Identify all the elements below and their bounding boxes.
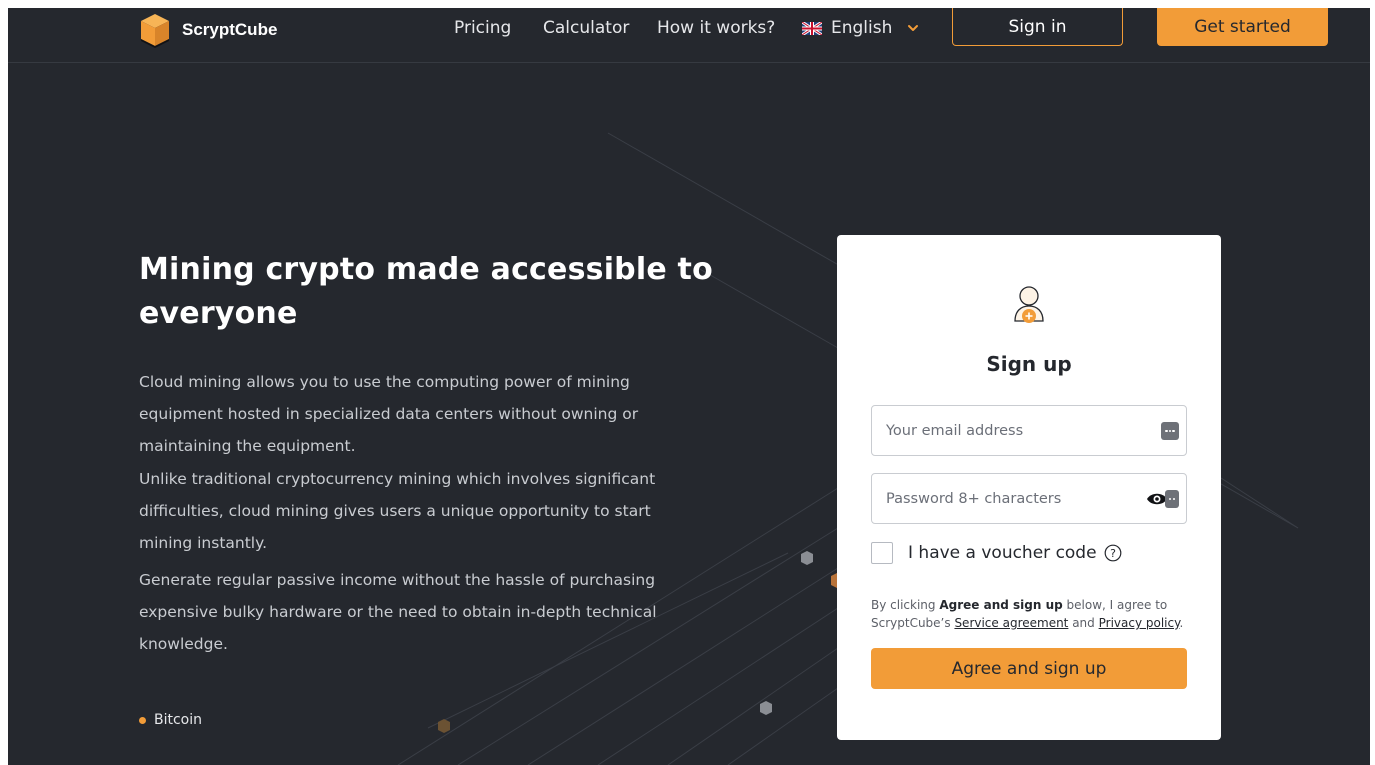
hero-paragraph-1: Cloud mining allows you to use the compu…: [139, 373, 639, 455]
landing-page: ScryptCube Pricing Calculator How it wor…: [8, 8, 1370, 765]
signup-title: Sign up: [986, 352, 1072, 376]
voucher-label: I have a voucher code: [908, 543, 1097, 563]
nav-how-it-works[interactable]: How it works?: [657, 16, 775, 40]
uk-flag-icon: [802, 21, 822, 35]
legal-text: By clicking Agree and sign up below, I a…: [871, 598, 1184, 630]
chevron-down-icon: [908, 25, 919, 31]
nav-pricing[interactable]: Pricing: [454, 16, 511, 40]
add-user-icon: [1014, 286, 1044, 323]
brand-logo[interactable]: ScryptCube: [139, 12, 277, 48]
password-field[interactable]: [871, 473, 1187, 524]
language-selector[interactable]: English: [802, 16, 920, 40]
signup-card: Sign up I have a voucher code ? By click…: [837, 235, 1221, 740]
sign-in-button[interactable]: Sign in: [952, 8, 1123, 46]
hero-title: Mining crypto made accessible to everyon…: [139, 252, 713, 331]
agree-and-sign-up-button[interactable]: Agree and sign up: [871, 648, 1187, 689]
nav-calculator[interactable]: Calculator: [543, 16, 629, 40]
top-navbar: ScryptCube Pricing Calculator How it wor…: [8, 8, 1370, 63]
password-input[interactable]: [886, 474, 1136, 523]
hero-paragraph-2: Unlike traditional cryptocurrency mining…: [139, 470, 656, 552]
coin-indicator[interactable]: Bitcoin: [139, 712, 202, 728]
voucher-toggle[interactable]: I have a voucher code ?: [871, 542, 1122, 564]
legal-action-text: Agree and sign up: [939, 598, 1063, 612]
hero-paragraph-3: Generate regular passive income without …: [139, 571, 657, 653]
email-field[interactable]: [871, 405, 1187, 456]
help-icon[interactable]: ?: [1104, 544, 1122, 562]
voucher-checkbox[interactable]: [871, 542, 893, 564]
email-input[interactable]: [886, 406, 1136, 455]
coin-label: Bitcoin: [154, 712, 203, 728]
password-manager-icon[interactable]: [1165, 490, 1179, 508]
service-agreement-link[interactable]: Service agreement: [954, 616, 1068, 630]
svg-text:?: ?: [1110, 547, 1116, 560]
get-started-button[interactable]: Get started: [1157, 8, 1328, 46]
brand-name: ScryptCube: [182, 20, 278, 39]
privacy-policy-link[interactable]: Privacy policy: [1099, 616, 1180, 630]
cube-logo-icon: [141, 14, 169, 48]
language-label: English: [831, 18, 893, 38]
bullet-dot-icon: [139, 716, 146, 724]
password-manager-icon[interactable]: [1161, 422, 1179, 440]
